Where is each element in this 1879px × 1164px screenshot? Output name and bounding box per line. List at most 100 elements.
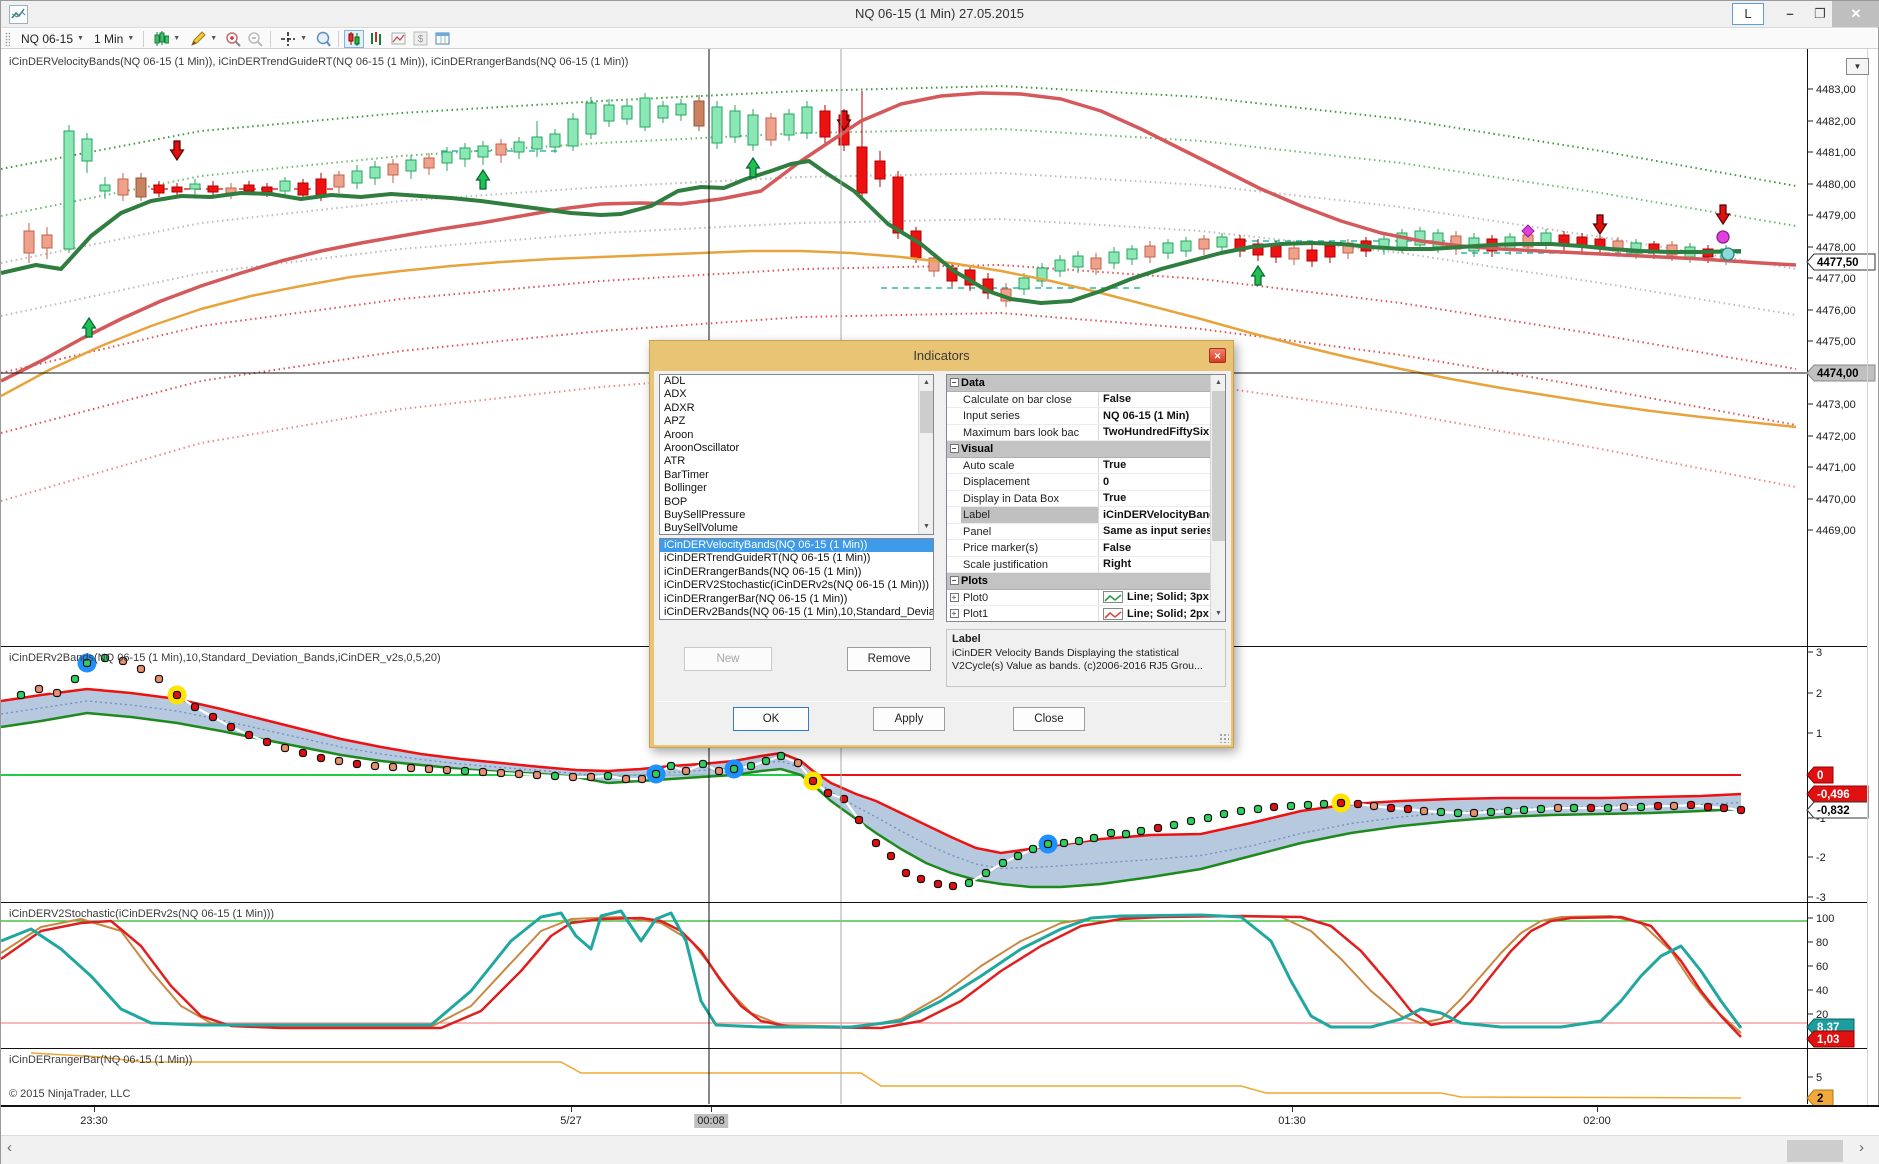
indicator-list-item[interactable]: BuySellVolume [660, 522, 933, 535]
property-value[interactable]: Line; Solid; 2px [1099, 606, 1211, 622]
property-value[interactable]: False [1099, 392, 1211, 408]
configured-indicator-item[interactable]: iCinDERv2Bands(NQ 06-15 (1 Min),10,Stand… [660, 606, 933, 619]
expand-icon[interactable]: + [950, 593, 959, 602]
scroll-left-icon[interactable]: ‹ [7, 1139, 12, 1156]
horizontal-scrollbar[interactable]: ‹ › [1, 1135, 1879, 1164]
price-marker-button[interactable]: $ [410, 30, 430, 48]
property-label[interactable]: Maximum bars look bac [961, 425, 1099, 441]
collapse-icon[interactable]: − [950, 378, 959, 387]
grid-scrollbar[interactable]: ▲ ▼ [1210, 375, 1225, 621]
chart-style-candle-button[interactable] [344, 30, 364, 48]
property-row[interactable]: PanelSame as input series [947, 524, 1211, 541]
property-label[interactable]: Display in Data Box [961, 491, 1099, 507]
scroll-down-icon[interactable]: ▼ [1211, 606, 1226, 621]
ok-button[interactable]: OK [733, 707, 809, 731]
indicator-list-item[interactable]: ADXR [660, 402, 933, 415]
property-value[interactable]: Same as input series [1099, 524, 1211, 540]
indicator-list-item[interactable]: AroonOscillator [660, 442, 933, 455]
close-button[interactable]: ✕ [1832, 1, 1879, 27]
chart-style-bars-button[interactable] [366, 30, 386, 48]
property-value[interactable]: NQ 06-15 (1 Min) [1099, 408, 1211, 424]
remove-button[interactable]: Remove [847, 647, 931, 671]
property-row[interactable]: Price marker(s)False [947, 540, 1211, 557]
cursor-button[interactable]: ▼ [275, 30, 312, 48]
available-indicators-list[interactable]: ADLADXADXRAPZAroonAroonOscillatorATRBarT… [659, 374, 934, 535]
property-row[interactable]: Displacement0 [947, 474, 1211, 491]
scrollbar-thumb[interactable] [1212, 391, 1225, 541]
property-label[interactable]: Input series [961, 408, 1099, 424]
zoom-out-button[interactable] [245, 30, 265, 48]
property-label[interactable]: Displacement [961, 474, 1099, 490]
property-value[interactable]: TwoHundredFiftySix [1099, 425, 1211, 441]
configured-indicators-list[interactable]: iCinDERVelocityBands(NQ 06-15 (1 Min))iC… [659, 538, 934, 620]
property-value[interactable]: 0 [1099, 474, 1211, 490]
new-button[interactable]: New [684, 647, 772, 671]
indicator-list-item[interactable]: BOP [660, 496, 933, 509]
chart-style-line-button[interactable] [388, 30, 408, 48]
property-label[interactable]: Price marker(s) [961, 540, 1099, 556]
property-label[interactable]: Label [961, 507, 1099, 523]
bars-type-button[interactable]: ▼ [148, 30, 185, 48]
property-label[interactable]: Scale justification [961, 557, 1099, 573]
scroll-down-icon[interactable]: ▼ [919, 519, 934, 534]
properties-grid[interactable]: −DataCalculate on bar closeFalseInput se… [946, 374, 1226, 622]
property-row[interactable]: Display in Data BoxTrue [947, 491, 1211, 508]
indicator-list-item[interactable]: Bollinger [660, 482, 933, 495]
expand-icon[interactable]: + [950, 609, 959, 618]
indicator-list-item[interactable]: Aroon [660, 429, 933, 442]
scrollbar-thumb[interactable] [1787, 1140, 1843, 1162]
collapse-icon[interactable]: − [950, 444, 959, 453]
dialog-close-action-button[interactable]: Close [1013, 707, 1085, 731]
configured-indicator-item[interactable]: iCinDERTrendGuideRT(NQ 06-15 (1 Min)) [660, 552, 933, 565]
zoom-in-button[interactable] [223, 30, 243, 48]
indicator-list-item[interactable]: BuySellPressure [660, 509, 933, 522]
property-row[interactable]: Calculate on bar closeFalse [947, 392, 1211, 409]
property-section-row[interactable]: −Plots [947, 573, 1211, 590]
property-row[interactable]: +Plot1Line; Solid; 2px [947, 606, 1211, 622]
time-axis[interactable]: 23:305/2700:0801:3002:00 [1, 1105, 1879, 1135]
property-value[interactable]: Right [1099, 557, 1211, 573]
indicator-list-item[interactable]: ADL [660, 375, 933, 388]
property-value[interactable]: False [1099, 540, 1211, 556]
property-section-row[interactable]: −Data [947, 375, 1211, 392]
apply-button[interactable]: Apply [873, 707, 945, 731]
panel-dropdown-button[interactable]: ▼ [1846, 58, 1869, 75]
property-row[interactable]: +Plot0Line; Solid; 3px [947, 590, 1211, 607]
property-label[interactable]: Panel [961, 524, 1099, 540]
property-row[interactable]: LabeliCinDERVelocityBands [947, 507, 1211, 524]
property-row[interactable]: Maximum bars look bacTwoHundredFiftySix [947, 425, 1211, 442]
property-section-row[interactable]: −Visual [947, 441, 1211, 458]
interval-selector[interactable]: 1 Min▼ [89, 30, 139, 48]
resize-grip[interactable] [1219, 733, 1229, 743]
indicator-list-item[interactable]: APZ [660, 415, 933, 428]
indicator-list-item[interactable]: ADX [660, 388, 933, 401]
property-row[interactable]: Scale justificationRight [947, 557, 1211, 574]
property-value[interactable]: Line; Solid; 3px [1099, 590, 1211, 606]
property-label[interactable]: Calculate on bar close [961, 392, 1099, 408]
list-scrollbar[interactable]: ▲ ▼ [918, 375, 933, 534]
collapse-icon[interactable]: − [950, 576, 959, 585]
link-button[interactable]: L [1732, 3, 1764, 25]
property-value[interactable]: iCinDERVelocityBands [1099, 507, 1211, 523]
toolbar-grip[interactable] [5, 32, 10, 46]
property-label[interactable]: Auto scale [961, 458, 1099, 474]
property-value[interactable]: True [1099, 491, 1211, 507]
minimize-button[interactable]: – [1777, 1, 1803, 27]
property-value[interactable]: True [1099, 458, 1211, 474]
indicator-list-item[interactable]: BarTimer [660, 469, 933, 482]
configured-indicator-item[interactable]: iCinDERrangerBar(NQ 06-15 (1 Min)) [660, 593, 933, 606]
scroll-right-icon[interactable]: › [1859, 1139, 1864, 1156]
property-label[interactable]: Plot0 [961, 590, 1099, 606]
property-row[interactable]: Input seriesNQ 06-15 (1 Min) [947, 408, 1211, 425]
property-row[interactable]: Auto scaleTrue [947, 458, 1211, 475]
data-grid-button[interactable] [432, 30, 452, 48]
configured-indicator-item[interactable]: iCinDERV2Stochastic(iCinDERv2s(NQ 06-15 … [660, 579, 933, 592]
scroll-up-icon[interactable]: ▲ [919, 375, 934, 390]
scrollbar-thumb[interactable] [920, 391, 933, 433]
configured-indicator-item[interactable]: iCinDERrangerBands(NQ 06-15 (1 Min)) [660, 566, 933, 579]
maximize-button[interactable]: ❐ [1807, 1, 1833, 27]
scroll-up-icon[interactable]: ▲ [1211, 375, 1226, 390]
instrument-selector[interactable]: NQ 06-15▼ [16, 30, 89, 48]
property-label[interactable]: Plot1 [961, 606, 1099, 622]
indicator-list-item[interactable]: ATR [660, 455, 933, 468]
